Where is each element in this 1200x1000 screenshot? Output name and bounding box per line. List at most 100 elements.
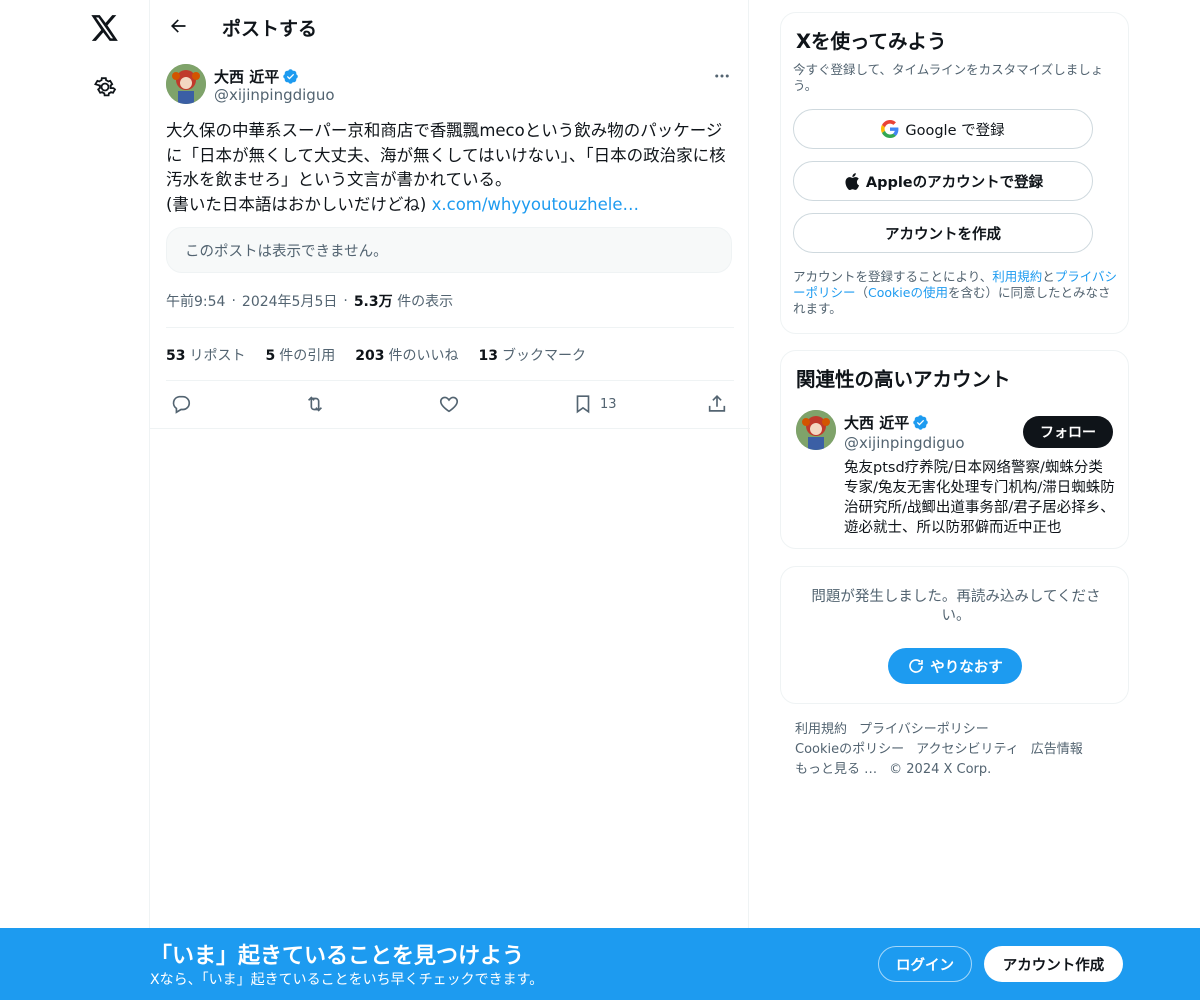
bookmark-button[interactable]: 13 xyxy=(572,390,617,418)
more-options-button[interactable] xyxy=(710,64,734,88)
stat-quotes[interactable]: 5 件の引用 xyxy=(265,345,335,365)
more-dots-icon xyxy=(715,74,729,78)
related-accounts-panel: 関連性の高いアカウント 大西 近平 @xijinpingdiguo フォロー 兔… xyxy=(780,350,1129,549)
footer-links: 利用規約 プライバシーポリシー Cookieのポリシー アクセシビリティ 広告情報 も… xyxy=(795,720,1115,780)
main-header: ポストする xyxy=(150,0,750,53)
related-account-bio: 兔友ptsd疗养院/日本网络警察/蜘蛛分类专家/兔友无害化处理专门机构/滞日蜘蛛… xyxy=(844,460,1115,536)
views-value: 5.3万 xyxy=(353,294,393,310)
bottom-bar-subtitle: Xなら、「いま」起きていることをいち早くチェックできます。 xyxy=(150,972,544,988)
divider xyxy=(166,380,734,381)
stat-value: 203 xyxy=(355,348,385,364)
views-count: 5.3万 件の表示 xyxy=(354,291,453,311)
google-signup-button[interactable]: Google で登録 xyxy=(793,109,1093,149)
cookie-link[interactable]: Cookieの使用 xyxy=(868,285,948,300)
footer-accessibility-link[interactable]: アクセシビリティ xyxy=(916,742,1019,757)
stat-label: 件の引用 xyxy=(279,348,336,364)
footer-terms-link[interactable]: 利用規約 xyxy=(795,722,847,737)
stat-reposts[interactable]: 53 リポスト xyxy=(166,345,245,365)
bookmark-icon xyxy=(576,395,590,414)
divider xyxy=(166,327,734,328)
legal-text: と xyxy=(1042,269,1055,284)
stat-label: 件のいいね xyxy=(388,348,459,364)
footer-privacy-link[interactable]: プライバシーポリシー xyxy=(859,722,989,737)
terms-link[interactable]: 利用規約 xyxy=(992,269,1042,284)
x-logo-icon[interactable] xyxy=(87,10,123,46)
signup-button[interactable]: アカウント作成 xyxy=(984,946,1123,982)
post-actions: 13 xyxy=(166,390,734,420)
error-panel: 問題が発生しました。再読み込みしてください。 やりなおす xyxy=(780,566,1129,704)
bottom-signup-bar: 「いま」起きていることを見つけよう Xなら、「いま」起きていることをいち早くチェ… xyxy=(0,928,1200,1000)
post-stats: 53 リポスト 5 件の引用 203 件のいいね 13 ブックマーク xyxy=(166,344,586,366)
retry-label: やりなおす xyxy=(930,659,1003,676)
stat-label: ブックマーク xyxy=(501,348,586,364)
legal-text: アカウントを登録することにより、 xyxy=(793,269,993,284)
repost-button[interactable] xyxy=(304,390,326,418)
error-message: 問題が発生しました。再読み込みしてください。 xyxy=(811,589,1101,624)
related-title: 関連性の高いアカウント xyxy=(796,368,1011,391)
verified-badge-icon xyxy=(913,415,929,430)
apple-icon xyxy=(845,172,859,190)
avatar[interactable] xyxy=(796,410,836,450)
footer-copyright: © 2024 X Corp. xyxy=(889,762,992,777)
footer-ads-link[interactable]: 広告情報 xyxy=(1031,742,1083,757)
signup-panel: Xを使ってみよう 今すぐ登録して、タイムラインをカスタマイズしましょう。 Goo… xyxy=(780,12,1129,334)
post-author: 大西 近平 @xijinpingdiguo xyxy=(166,64,734,108)
post-time[interactable]: 午前9:54 xyxy=(166,291,225,311)
main-column: ポストする 大西 近平 @xijinpingdiguo 大久保の中華系スーパー京… xyxy=(149,0,750,1000)
create-account-label: アカウントを作成 xyxy=(885,226,1001,243)
stat-value: 5 xyxy=(265,348,276,364)
bookmark-count: 13 xyxy=(600,396,617,412)
follow-button[interactable]: フォロー xyxy=(1023,416,1113,448)
signup-legal: アカウントを登録することにより、利用規約とプライバシーポリシー（Cookieの使… xyxy=(793,269,1121,317)
author-handle[interactable]: @xijinpingdiguo xyxy=(214,86,335,104)
google-signup-label: Google で登録 xyxy=(905,122,1005,139)
author-name-text: 大西 近平 xyxy=(214,68,280,86)
settings-gear-icon[interactable] xyxy=(87,69,123,105)
like-heart-icon xyxy=(439,396,459,413)
page-title: ポストする xyxy=(222,18,318,40)
back-button[interactable] xyxy=(162,10,194,42)
footer-cookie-link[interactable]: Cookieのポリシー xyxy=(795,742,904,757)
signup-title: Xを使ってみよう xyxy=(796,30,947,53)
bottom-bar-title: 「いま」起きていることを見つけよう xyxy=(150,944,525,969)
post-text: 大久保の中華系スーパー京和商店で香飄飄mecoという飲み物のパッケージに「日本が… xyxy=(166,119,736,217)
footer-more-link[interactable]: もっと見る … xyxy=(795,762,877,777)
google-icon xyxy=(881,120,899,138)
divider xyxy=(150,428,750,429)
meta-separator: · xyxy=(231,293,236,309)
post-link[interactable]: x.com/whyyoutouzhele… xyxy=(432,195,639,214)
share-button[interactable] xyxy=(706,390,728,418)
stat-label: リポスト xyxy=(189,348,246,364)
repost-icon xyxy=(307,396,323,412)
stat-value: 13 xyxy=(478,348,498,364)
quoted-post-unavailable: このポストは表示できません。 xyxy=(166,227,732,273)
post-meta: 午前9:54 · 2024年5月5日 · 5.3万 件の表示 xyxy=(166,290,453,312)
stat-likes[interactable]: 203 件のいいね xyxy=(355,345,458,365)
related-name-text: 大西 近平 xyxy=(844,414,910,432)
apple-signup-button[interactable]: Appleのアカウントで登録 xyxy=(793,161,1093,201)
back-arrow-icon xyxy=(171,19,186,33)
meta-separator: · xyxy=(343,293,348,309)
reply-button[interactable] xyxy=(170,390,192,418)
reply-icon xyxy=(172,395,191,414)
stat-bookmarks[interactable]: 13 ブックマーク xyxy=(478,345,585,365)
related-account-handle[interactable]: @xijinpingdiguo xyxy=(844,434,965,452)
signup-subtitle: 今すぐ登録して、タイムラインをカスタマイズしましょう。 xyxy=(793,62,1104,93)
unavailable-text: このポストは表示できません。 xyxy=(185,243,388,260)
login-button[interactable]: ログイン xyxy=(878,946,972,982)
share-icon xyxy=(708,395,726,412)
post-date[interactable]: 2024年5月5日 xyxy=(242,291,337,311)
refresh-icon xyxy=(909,659,924,673)
author-name[interactable]: 大西 近平 xyxy=(214,66,299,87)
retry-button[interactable]: やりなおす xyxy=(888,648,1022,684)
apple-signup-label: Appleのアカウントで登録 xyxy=(865,174,1044,191)
related-account-name[interactable]: 大西 近平 xyxy=(844,412,929,433)
legal-text: （ xyxy=(855,285,869,300)
left-nav xyxy=(0,0,150,1000)
create-account-button[interactable]: アカウントを作成 xyxy=(793,213,1093,253)
like-button[interactable] xyxy=(438,390,460,418)
stat-value: 53 xyxy=(166,348,186,364)
avatar[interactable] xyxy=(166,64,206,104)
verified-badge-icon xyxy=(283,69,299,84)
views-label: 件の表示 xyxy=(397,294,454,310)
